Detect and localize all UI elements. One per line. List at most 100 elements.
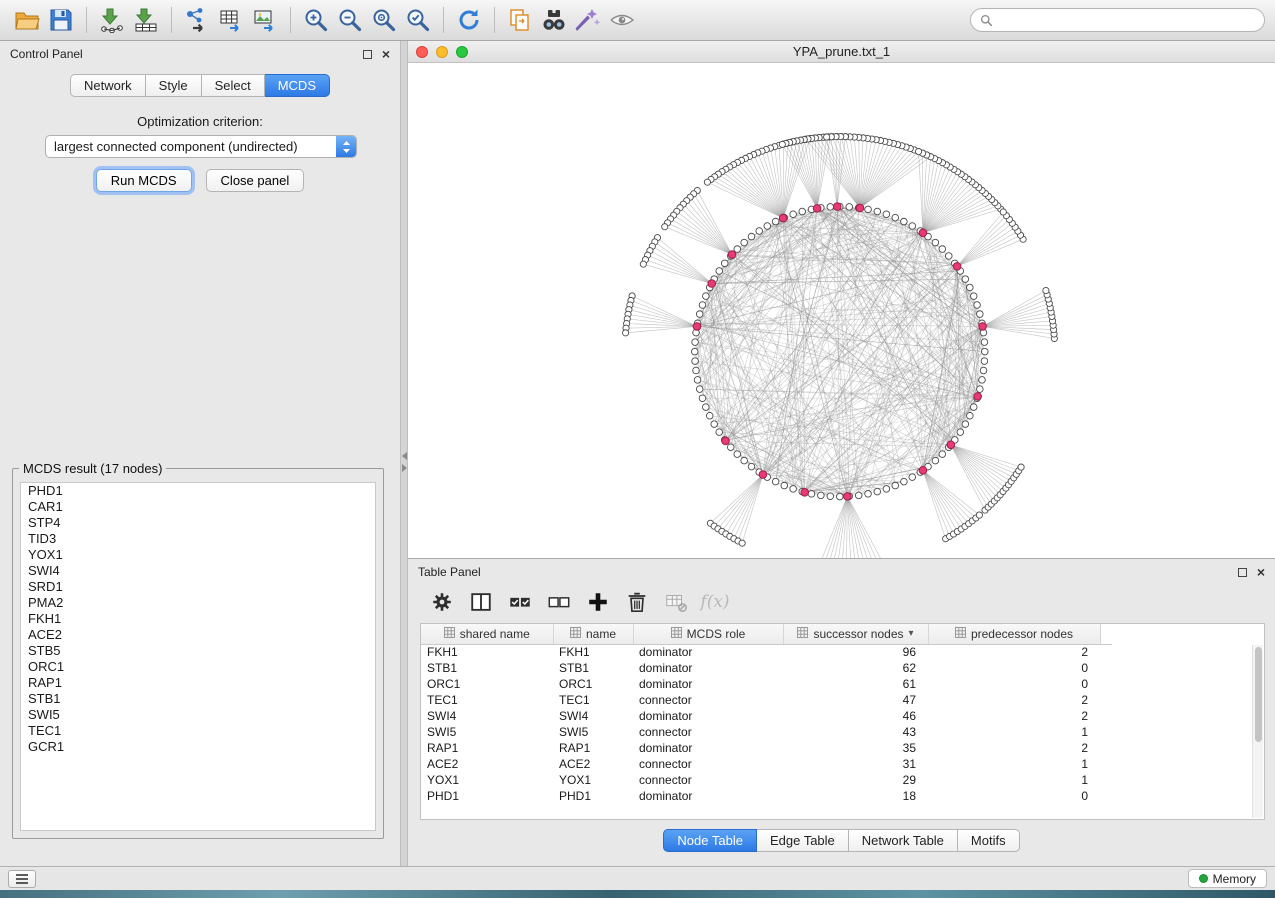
import-table-button[interactable] [129, 4, 163, 36]
tab-select[interactable]: Select [202, 74, 265, 97]
cell[interactable]: 0 [928, 660, 1100, 676]
cell[interactable]: ACE2 [421, 756, 553, 772]
mcds-node-item[interactable]: ACE2 [21, 627, 375, 643]
cell[interactable]: 61 [783, 676, 928, 692]
search-box[interactable] [970, 8, 1265, 32]
close-table-panel-icon[interactable]: × [1257, 567, 1265, 577]
cell[interactable]: 1 [928, 756, 1100, 772]
cell[interactable]: 35 [783, 740, 928, 756]
cell[interactable]: dominator [633, 676, 783, 692]
cell[interactable]: dominator [633, 708, 783, 724]
tab-motifs[interactable]: Motifs [958, 829, 1020, 852]
table-row[interactable]: SWI5SWI5connector431 [421, 724, 1112, 740]
cell[interactable]: ORC1 [421, 676, 553, 692]
zoom-selected-button[interactable] [401, 4, 435, 36]
tab-edge-table[interactable]: Edge Table [757, 829, 849, 852]
cell[interactable]: 2 [928, 740, 1100, 756]
criterion-dropdown[interactable]: largest connected component (undirected) [45, 135, 357, 158]
run-mcds-button[interactable]: Run MCDS [96, 169, 192, 192]
export-network-button[interactable] [180, 4, 214, 36]
cell[interactable]: PHD1 [553, 788, 633, 804]
network-view[interactable] [408, 63, 1275, 558]
table-row[interactable]: ORC1ORC1dominator610 [421, 676, 1112, 692]
column-header-predecessor-nodes[interactable]: predecessor nodes [928, 624, 1100, 644]
cell[interactable]: STB1 [553, 660, 633, 676]
column-header-shared-name[interactable]: shared name [421, 624, 553, 644]
tab-network[interactable]: Network [70, 74, 146, 97]
mcds-node-item[interactable]: STB1 [21, 691, 375, 707]
cell[interactable]: SWI4 [421, 708, 553, 724]
table-row[interactable]: YOX1YOX1connector291 [421, 772, 1112, 788]
close-panel-icon[interactable]: × [382, 49, 390, 59]
table-row[interactable]: RAP1RAP1dominator352 [421, 740, 1112, 756]
mcds-node-item[interactable]: TEC1 [21, 723, 375, 739]
mcds-node-item[interactable]: PHD1 [21, 483, 375, 499]
cell[interactable]: ACE2 [553, 756, 633, 772]
cell[interactable]: FKH1 [553, 644, 633, 660]
cell[interactable]: 1 [928, 724, 1100, 740]
mcds-node-item[interactable]: YOX1 [21, 547, 375, 563]
cell[interactable]: 0 [928, 676, 1100, 692]
deselect-all-button[interactable] [543, 587, 575, 617]
memory-button[interactable]: Memory [1188, 869, 1267, 888]
cell[interactable]: YOX1 [553, 772, 633, 788]
table-row[interactable]: SWI4SWI4dominator462 [421, 708, 1112, 724]
add-button[interactable] [582, 587, 614, 617]
panel-splitter[interactable] [401, 41, 408, 866]
float-table-panel-icon[interactable] [1238, 568, 1247, 577]
cell[interactable]: RAP1 [421, 740, 553, 756]
mcds-node-item[interactable]: SWI5 [21, 707, 375, 723]
export-table-button[interactable] [214, 4, 248, 36]
window-close-button[interactable] [416, 46, 428, 58]
eye-button[interactable] [605, 4, 639, 36]
cell[interactable]: connector [633, 772, 783, 788]
cell[interactable]: TEC1 [421, 692, 553, 708]
zoom-out-button[interactable] [333, 4, 367, 36]
column-header-name[interactable]: name [553, 624, 633, 644]
table-row[interactable]: STB1STB1dominator620 [421, 660, 1112, 676]
cell[interactable]: 31 [783, 756, 928, 772]
zoom-in-button[interactable] [299, 4, 333, 36]
table-scrollbar-thumb[interactable] [1255, 647, 1262, 742]
cell[interactable]: STB1 [421, 660, 553, 676]
select-all-button[interactable] [504, 587, 536, 617]
cell[interactable]: 43 [783, 724, 928, 740]
mcds-node-item[interactable]: STP4 [21, 515, 375, 531]
cell[interactable]: 96 [783, 644, 928, 660]
delete-button[interactable] [621, 587, 653, 617]
mcds-node-item[interactable]: STB5 [21, 643, 375, 659]
gear-button[interactable] [426, 587, 458, 617]
cell[interactable]: 1 [928, 772, 1100, 788]
cell[interactable]: dominator [633, 740, 783, 756]
table-row[interactable]: FKH1FKH1dominator962 [421, 644, 1112, 660]
mcds-node-item[interactable]: RAP1 [21, 675, 375, 691]
tab-network-table[interactable]: Network Table [849, 829, 958, 852]
tab-mcds[interactable]: MCDS [265, 74, 330, 97]
cell[interactable]: TEC1 [553, 692, 633, 708]
cell[interactable]: ORC1 [553, 676, 633, 692]
cell[interactable]: YOX1 [421, 772, 553, 788]
mcds-node-item[interactable]: CAR1 [21, 499, 375, 515]
cell[interactable]: 2 [928, 692, 1100, 708]
cell[interactable]: 2 [928, 708, 1100, 724]
cell[interactable]: 46 [783, 708, 928, 724]
columns-button[interactable] [465, 587, 497, 617]
mcds-node-item[interactable]: TID3 [21, 531, 375, 547]
copy-document-button[interactable] [503, 4, 537, 36]
cell[interactable]: dominator [633, 788, 783, 804]
cell[interactable]: 2 [928, 644, 1100, 660]
cell[interactable]: dominator [633, 660, 783, 676]
table-scrollbar[interactable] [1252, 645, 1263, 818]
mcds-node-item[interactable]: GCR1 [21, 739, 375, 755]
search-input[interactable] [998, 13, 1255, 28]
network-graph[interactable] [408, 63, 1275, 558]
tab-style[interactable]: Style [146, 74, 202, 97]
column-header-MCDS-role[interactable]: MCDS role [633, 624, 783, 644]
mcds-result-list[interactable]: PHD1CAR1STP4TID3YOX1SWI4SRD1PMA2FKH1ACE2… [20, 482, 376, 831]
cell[interactable]: 0 [928, 788, 1100, 804]
mcds-node-item[interactable]: SWI4 [21, 563, 375, 579]
zoom-fit-button[interactable] [367, 4, 401, 36]
cell[interactable]: SWI4 [553, 708, 633, 724]
export-image-button[interactable] [248, 4, 282, 36]
mcds-node-item[interactable]: PMA2 [21, 595, 375, 611]
